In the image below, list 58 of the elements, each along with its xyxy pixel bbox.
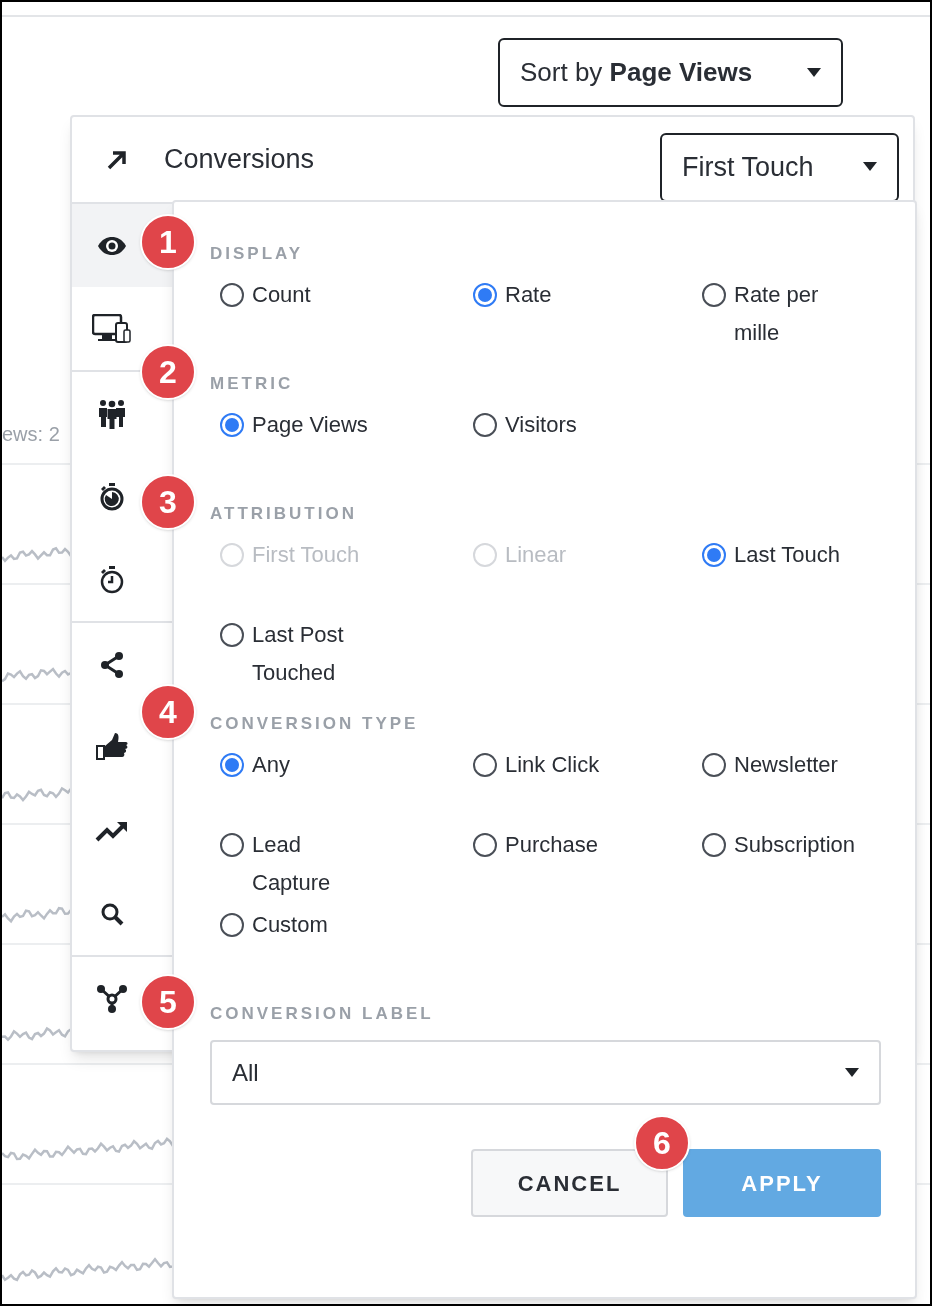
trend-icon xyxy=(95,819,129,842)
section-heading: CONVERSION LABEL xyxy=(210,1003,435,1025)
step-badge: 2 xyxy=(140,344,196,400)
people-icon xyxy=(98,398,126,429)
thumbs-up-icon xyxy=(96,732,128,763)
radio-option[interactable]: Visitors xyxy=(473,406,577,444)
section-heading: DISPLAY xyxy=(210,243,305,265)
radio-button[interactable] xyxy=(220,833,244,857)
caret-icon xyxy=(845,1067,859,1078)
stopwatch-icon xyxy=(99,482,125,511)
radio-button[interactable] xyxy=(702,833,726,857)
radio-option[interactable]: Count xyxy=(220,276,311,314)
stopwatch-icon xyxy=(99,565,125,594)
radio-button[interactable] xyxy=(702,543,726,567)
step-badge: 4 xyxy=(140,684,196,740)
caret-icon xyxy=(863,162,877,172)
caret-icon xyxy=(807,67,821,78)
radio-button[interactable] xyxy=(473,283,497,307)
step-badge: 1 xyxy=(140,214,196,270)
section-heading: CONVERSION TYPE xyxy=(210,713,420,735)
radio-button[interactable] xyxy=(473,413,497,437)
radio-option[interactable]: Any xyxy=(220,746,290,784)
eye-icon xyxy=(97,235,127,256)
radio-option[interactable]: Link Click xyxy=(473,746,600,784)
radio-button[interactable] xyxy=(220,753,244,777)
radio-option[interactable]: Rate xyxy=(473,276,552,314)
radio-button[interactable] xyxy=(702,283,726,307)
radio-option[interactable]: Lead Capture xyxy=(220,826,380,902)
network-icon xyxy=(97,984,127,1013)
section-heading: ATTRIBUTION xyxy=(210,503,358,525)
radio-button[interactable] xyxy=(473,833,497,857)
radio-option[interactable]: Last Post Touched xyxy=(220,616,380,692)
devices-icon xyxy=(92,313,132,344)
radio-option[interactable]: Newsletter xyxy=(702,746,838,784)
step-badge: 5 xyxy=(140,974,196,1030)
radio-button[interactable] xyxy=(702,753,726,777)
step-badge: 3 xyxy=(140,474,196,530)
arrow-icon xyxy=(106,148,128,171)
radio-button[interactable] xyxy=(473,753,497,777)
section-heading: METRIC xyxy=(210,373,295,395)
radio-button[interactable] xyxy=(220,283,244,307)
radio-button[interactable] xyxy=(220,913,244,937)
sort-dropdown[interactable]: Sort by Page Views xyxy=(498,38,843,107)
menu-title: Conversions xyxy=(164,143,315,177)
label-dropdown[interactable]: All xyxy=(210,1040,881,1105)
radio-option[interactable]: Last Touch xyxy=(702,536,840,574)
radio-option[interactable]: Subscription xyxy=(702,826,856,864)
sort-label: Sort by Page Views xyxy=(520,56,753,89)
radio-option[interactable]: Custom xyxy=(220,906,328,944)
step-badge: 6 xyxy=(634,1115,690,1171)
radio-option[interactable]: Purchase xyxy=(473,826,598,864)
search-icon xyxy=(100,901,124,926)
share-icon xyxy=(99,651,125,678)
radio-button[interactable] xyxy=(220,623,244,647)
radio-option[interactable]: Rate per mille xyxy=(702,276,862,352)
radio-option[interactable]: Page Views xyxy=(220,406,368,444)
views-label: ews: 2 xyxy=(2,422,60,446)
radio-button[interactable] xyxy=(220,413,244,437)
